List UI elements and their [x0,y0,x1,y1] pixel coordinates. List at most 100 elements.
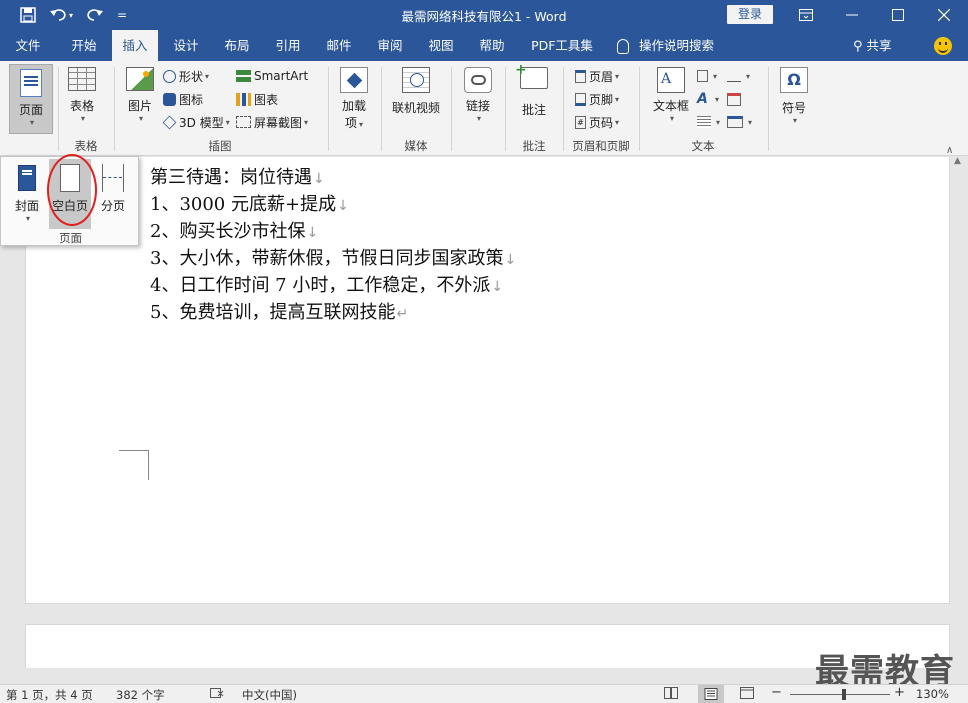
tab-design[interactable]: 设计 [163,30,209,61]
zoom-in-button[interactable]: + [894,685,905,700]
document-page-next[interactable] [25,624,950,668]
cover-page-icon [18,165,36,191]
ribbon: 页面 ▾ 表格 ▾ 表格 图片 ▾ 形状 ▾ 图标 3D 模型 ▾ SmartArt… [0,61,968,156]
read-mode-icon[interactable] [664,687,678,702]
pages-button[interactable]: 页面 ▾ [9,64,53,134]
link-button[interactable]: 链接 ▾ [458,67,498,123]
separator [451,67,452,151]
document-line[interactable]: 第三待遇：岗位待遇↓ [150,163,325,189]
group-label-media: 媒体 [404,139,428,153]
3d-model-button[interactable]: 3D 模型 ▾ [162,112,230,132]
comment-button[interactable]: + 批注 [512,62,556,118]
wordart-button[interactable]: A ▾ [697,89,719,109]
collapse-ribbon-icon[interactable]: ∧ [946,145,953,156]
header-icon [575,69,586,83]
signature-line-button[interactable]: ▾ [727,66,750,86]
signature-icon [727,70,741,82]
document-line[interactable]: 1、3000 元底薪+提成↓ [150,190,349,216]
wordart-icon: A [697,91,708,107]
proofing-icon[interactable] [210,687,224,702]
store-icon [340,67,368,93]
zoom-slider-thumb[interactable] [842,689,846,700]
tell-me-search[interactable]: 操作说明搜索 [617,30,714,61]
chart-button[interactable]: 图表 [236,89,278,109]
tab-layout[interactable]: 布局 [214,30,260,61]
tab-file[interactable]: 文件 [4,30,52,61]
group-label-pages: 页面 [59,231,82,245]
chevron-down-icon: ▾ [29,118,34,127]
tab-pdf-tools[interactable]: PDF工具集 [522,30,602,61]
online-video-button[interactable]: 联机视频 [388,67,444,116]
page-icon [20,69,42,97]
tab-references[interactable]: 引用 [265,30,311,61]
zoom-level[interactable]: 130% [916,687,949,701]
add-ins-button[interactable]: 加载 项 ▾ [334,67,374,131]
text-box-icon: A [657,67,685,93]
symbol-button[interactable]: Ω 符号 ▾ [776,67,812,125]
group-label-text: 文本 [691,139,715,153]
highlight-annotation [47,154,97,226]
table-icon [68,67,96,91]
screenshot-icon [236,116,251,128]
text-box-button[interactable]: A 文本框 ▾ [649,67,693,123]
smartart-icon [236,70,251,82]
drop-cap-icon [697,116,711,128]
tab-view[interactable]: 视图 [418,30,464,61]
cover-page-button[interactable]: 封面 ▾ [7,159,47,229]
object-button[interactable]: ▾ [727,112,752,132]
online-video-icon [402,67,430,93]
quick-parts-button[interactable]: ▾ [697,66,717,86]
drop-cap-button[interactable]: ▾ [697,112,720,132]
page-corner-mark [119,450,149,480]
tab-home[interactable]: 开始 [58,30,110,61]
shapes-button[interactable]: 形状 ▾ [163,66,209,86]
page-count[interactable]: 第 1 页，共 4 页 [6,687,93,703]
separator [768,67,769,151]
login-button[interactable]: 登录 [727,5,773,24]
object-icon [727,116,743,128]
icons-button[interactable]: 图标 [163,89,203,109]
screenshot-button[interactable]: 屏幕截图 ▾ [236,112,308,132]
ribbon-tabs: 文件 开始 插入 设计 布局 引用 邮件 审阅 视图 帮助 PDF工具集 操作说… [0,30,968,61]
group-label-comments: 批注 [522,139,546,153]
maximize-icon[interactable] [876,0,920,30]
omega-icon: Ω [780,67,808,93]
word-count[interactable]: 382 个字 [116,687,165,703]
group-label-illustrations: 插图 [208,139,232,153]
tab-help[interactable]: 帮助 [469,30,515,61]
title-bar: ▾ = 最需网络科技有限公1 - Word 登录 [0,0,968,30]
zoom-slider[interactable] [790,694,890,695]
scroll-up-icon[interactable]: ▲ [954,156,961,166]
ribbon-display-options-icon[interactable] [784,0,828,30]
print-layout-icon[interactable] [698,685,724,703]
footer-button[interactable]: 页脚 ▾ [575,89,619,109]
web-layout-icon[interactable] [740,687,754,702]
cube-icon [162,115,177,129]
comment-icon: + [515,62,548,89]
picture-button[interactable]: 图片 ▾ [123,67,157,123]
tab-mailings[interactable]: 邮件 [316,30,362,61]
vertical-scrollbar[interactable]: ▲ [950,156,968,684]
share-button[interactable]: ⚲ 共享 [853,30,892,61]
close-icon[interactable] [922,0,966,30]
minimize-icon[interactable] [830,0,874,30]
shapes-icon [163,69,176,83]
status-bar: 第 1 页，共 4 页 382 个字 中文(中国) − + 130% [0,684,968,703]
tab-review[interactable]: 审阅 [367,30,413,61]
document-line[interactable]: 5、免费培训，提高互联网技能↵ [150,298,408,324]
smartart-button[interactable]: SmartArt [236,66,308,86]
separator [328,67,329,151]
page-number-button[interactable]: # 页码 ▾ [575,112,619,132]
page-break-button[interactable]: 分页 [93,159,133,229]
smiley-feedback-icon[interactable] [934,37,952,55]
zoom-out-button[interactable]: − [771,685,782,700]
picture-icon [126,67,154,91]
tab-insert[interactable]: 插入 [112,30,158,61]
language[interactable]: 中文(中国) [242,687,297,703]
date-time-button[interactable] [727,89,744,109]
document-line[interactable]: 2、购买长沙市社保↓ [150,217,318,243]
table-button[interactable]: 表格 ▾ [62,67,102,123]
header-button[interactable]: 页眉 ▾ [575,66,619,86]
document-line[interactable]: 4、日工作时间 7 小时，工作稳定，不外派↓ [150,271,503,297]
document-line[interactable]: 3、大小休，带薪休假，节假日同步国家政策↓ [150,244,516,270]
